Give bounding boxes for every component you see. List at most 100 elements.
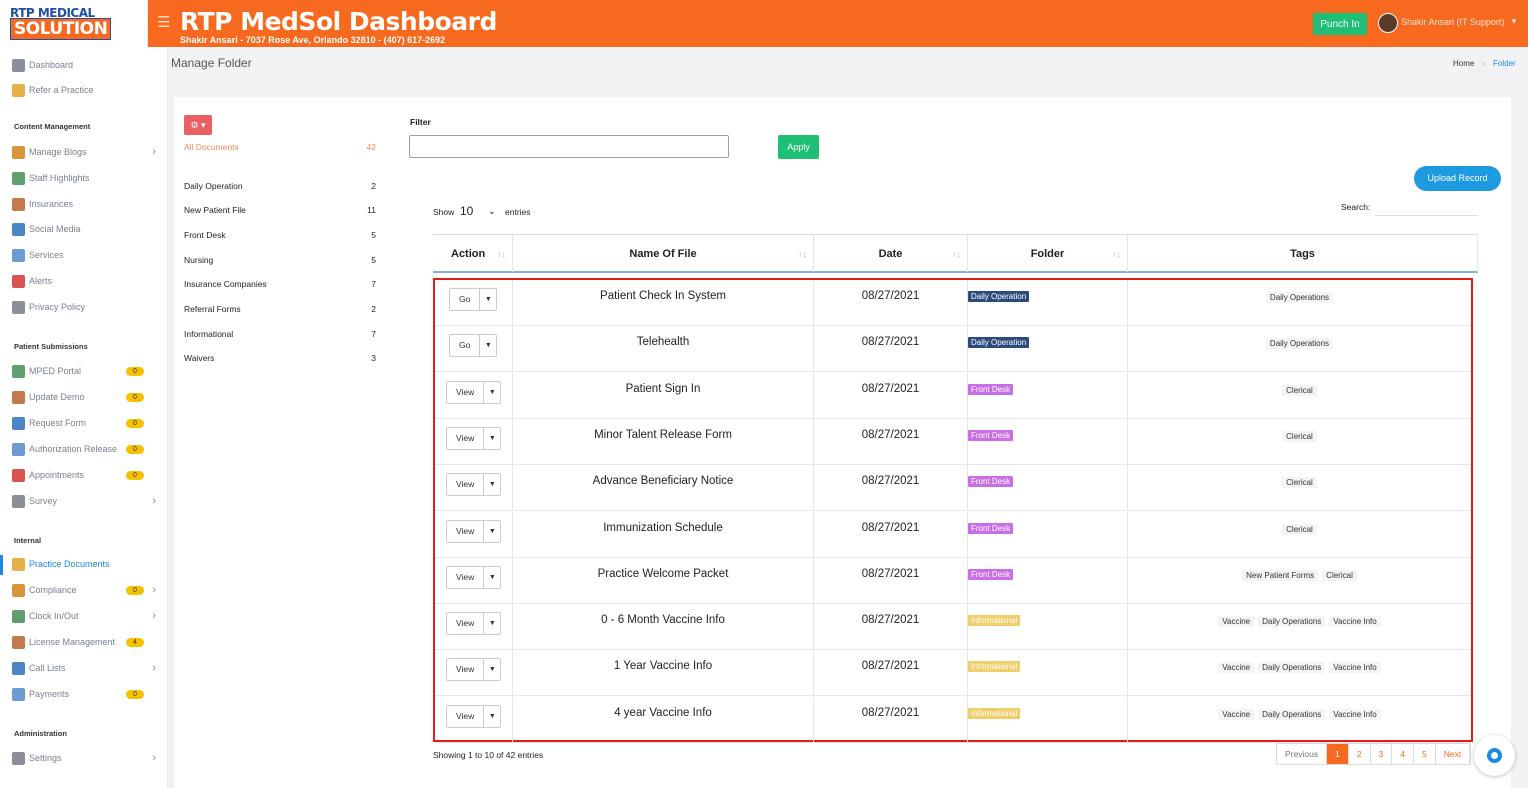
chevron-right-icon[interactable]: › <box>152 610 156 622</box>
action-button-group[interactable]: Go ▼ <box>449 288 498 311</box>
folder-item-daily-operation[interactable]: Daily Operation 2 <box>184 181 376 191</box>
caret-down-icon[interactable]: ▼ <box>483 520 500 542</box>
action-view-button[interactable]: View <box>447 706 483 727</box>
sidebar-item-services[interactable]: Services <box>12 246 162 264</box>
page-2-button[interactable]: 2 <box>1348 744 1371 764</box>
sidebar-item-request-form[interactable]: Request Form 0 <box>12 414 162 432</box>
action-button-group[interactable]: View ▼ <box>446 704 502 728</box>
caret-down-icon[interactable]: ▼ <box>479 289 496 310</box>
sidebar-item-payments[interactable]: Payments 0 <box>12 685 162 703</box>
page-4-button[interactable]: 4 <box>1392 744 1415 764</box>
chevron-right-icon[interactable]: › <box>152 495 156 507</box>
file-name[interactable]: Patient Sign In <box>513 383 813 395</box>
column-header-name-of-file[interactable]: Name Of File ↑↓ <box>513 235 814 272</box>
menu-toggle-icon[interactable]: ☰ <box>157 13 170 31</box>
chevron-right-icon[interactable]: › <box>152 662 156 674</box>
column-header-folder[interactable]: Folder ↑↓ <box>968 235 1128 272</box>
file-name[interactable]: Patient Check In System <box>513 290 813 302</box>
entries-select[interactable]: 10 <box>460 204 473 218</box>
sort-icon[interactable]: ↑↓ <box>497 249 506 259</box>
action-button-group[interactable]: View ▼ <box>446 658 502 682</box>
action-go-button[interactable]: Go <box>450 289 479 310</box>
page-previous-button[interactable]: Previous <box>1277 744 1328 764</box>
caret-down-icon[interactable]: ▼ <box>483 705 500 727</box>
file-name[interactable]: Practice Welcome Packet <box>513 568 813 580</box>
sidebar-item-practice-documents[interactable]: Practice Documents <box>12 555 162 573</box>
page-1-button[interactable]: 1 <box>1327 744 1349 764</box>
action-view-button[interactable]: View <box>447 567 483 588</box>
caret-down-icon[interactable]: ▼ <box>483 566 500 588</box>
file-name[interactable]: Telehealth <box>513 336 813 348</box>
folder-item-new-patient-file[interactable]: New Patient File 11 <box>184 205 376 215</box>
file-name[interactable]: 1 Year Vaccine Info <box>513 660 813 672</box>
action-button-group[interactable]: View ▼ <box>446 473 502 497</box>
sidebar-item-compliance[interactable]: Compliance 0 › <box>12 581 162 599</box>
sidebar-item-dashboard[interactable]: Dashboard <box>12 56 162 74</box>
page-5-button[interactable]: 5 <box>1414 744 1436 764</box>
action-view-button[interactable]: View <box>447 613 483 634</box>
sort-icon[interactable]: ↑↓ <box>1112 249 1121 259</box>
action-button-group[interactable]: View ▼ <box>446 612 502 636</box>
action-button-group[interactable]: View ▼ <box>446 519 502 543</box>
help-button[interactable] <box>1474 735 1515 776</box>
avatar[interactable] <box>1378 13 1398 33</box>
column-header-action[interactable]: Action ↑↓ <box>433 235 513 272</box>
column-header-date[interactable]: Date ↑↓ <box>814 235 968 272</box>
sidebar-item-alerts[interactable]: Alerts <box>12 272 162 290</box>
action-button-group[interactable]: View ▼ <box>446 380 502 404</box>
sidebar-item-mped-portal[interactable]: MPED Portal 0 <box>12 362 162 380</box>
folder-item-insurance-companies[interactable]: Insurance Companies 7 <box>184 279 376 289</box>
chevron-down-icon[interactable]: ⌄ <box>488 206 496 217</box>
sidebar-item-clock-in-out[interactable]: Clock In/Out › <box>12 607 162 625</box>
action-view-button[interactable]: View <box>447 521 483 542</box>
apply-button[interactable]: Apply <box>778 135 819 159</box>
action-view-button[interactable]: View <box>447 382 483 403</box>
sidebar-item-insurances[interactable]: Insurances <box>12 195 162 213</box>
file-name[interactable]: 4 year Vaccine Info <box>513 707 813 719</box>
action-button-group[interactable]: View ▼ <box>446 565 502 589</box>
page-next-button[interactable]: Next <box>1435 744 1471 764</box>
column-header-tags[interactable]: Tags <box>1128 235 1478 272</box>
filter-input[interactable] <box>409 135 729 158</box>
sidebar-item-survey[interactable]: Survey › <box>12 492 162 510</box>
caret-down-icon[interactable]: ▼ <box>483 474 500 496</box>
sidebar-item-settings[interactable]: Settings › <box>12 749 162 767</box>
punch-in-button[interactable]: Punch In <box>1313 13 1367 35</box>
folder-item-waivers[interactable]: Waivers 3 <box>184 353 376 363</box>
sidebar-item-privacy-policy[interactable]: Privacy Policy <box>12 298 162 316</box>
file-name[interactable]: Immunization Schedule <box>513 522 813 534</box>
folder-item-front-desk[interactable]: Front Desk 5 <box>184 230 376 240</box>
search-input[interactable] <box>1375 215 1478 216</box>
caret-down-icon[interactable]: ▼ <box>483 659 500 681</box>
caret-down-icon[interactable]: ▼ <box>483 381 500 403</box>
gear-dropdown-button[interactable]: ⚙ ▾ <box>184 115 212 135</box>
sort-icon[interactable]: ↑↓ <box>798 249 807 259</box>
sidebar-item-update-demo[interactable]: Update Demo 0 <box>12 388 162 406</box>
folder-item-all-documents[interactable]: All Documents 42 <box>184 142 376 152</box>
chevron-right-icon[interactable]: › <box>152 584 156 596</box>
sidebar-item-authorization-release[interactable]: Authorization Release 0 <box>12 440 162 458</box>
folder-item-informational[interactable]: Informational 7 <box>184 329 376 339</box>
action-go-button[interactable]: Go <box>450 335 479 356</box>
user-name[interactable]: Shakir Ansari (IT Support) <box>1401 17 1504 27</box>
sidebar-item-appointments[interactable]: Appointments 0 <box>12 466 162 484</box>
action-button-group[interactable]: Go ▼ <box>449 334 498 358</box>
chevron-right-icon[interactable]: › <box>152 752 156 764</box>
upload-record-button[interactable]: Upload Record <box>1414 166 1501 191</box>
breadcrumb-home[interactable]: Home <box>1453 59 1474 68</box>
caret-down-icon[interactable]: ▼ <box>483 613 500 635</box>
logo[interactable]: RTP MEDICAL SOLUTION <box>0 0 148 47</box>
page-3-button[interactable]: 3 <box>1370 744 1393 764</box>
sort-icon[interactable]: ↑↓ <box>952 249 961 259</box>
sidebar-item-license-management[interactable]: License Management 4 <box>12 633 162 651</box>
sidebar-item-manage-blogs[interactable]: Manage Blogs › <box>12 143 162 161</box>
caret-down-icon[interactable]: ▼ <box>483 427 500 449</box>
file-name[interactable]: Minor Talent Release Form <box>513 429 813 441</box>
sidebar-item-call-lists[interactable]: Call Lists › <box>12 659 162 677</box>
sidebar-item-social-media[interactable]: Social Media <box>12 220 162 238</box>
chevron-down-icon[interactable]: ▼ <box>1510 17 1518 26</box>
chevron-right-icon[interactable]: › <box>152 146 156 158</box>
action-view-button[interactable]: View <box>447 474 483 495</box>
file-name[interactable]: 0 - 6 Month Vaccine Info <box>513 614 813 626</box>
sidebar-item-staff-highlights[interactable]: Staff Highlights <box>12 169 162 187</box>
